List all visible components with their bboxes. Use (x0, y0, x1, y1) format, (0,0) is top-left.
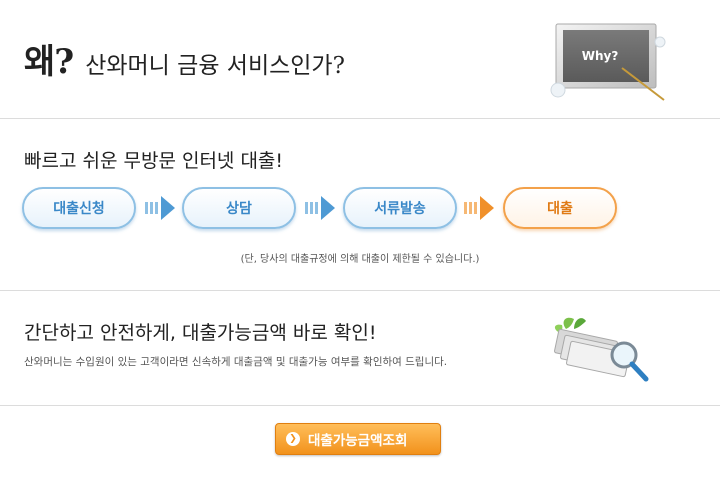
section-title-fast-loan: 빠르고 쉬운 무방문 인터넷 대출! (24, 150, 284, 172)
title-service: 산와머니 금융 서비스인가? (85, 53, 345, 79)
divider (0, 290, 720, 291)
step-send-documents: 서류발송 (343, 187, 457, 229)
divider (0, 118, 720, 119)
loan-restriction-note: (단, 당사의 대출규정에 의해 대출이 제한될 수 있습니다.) (240, 254, 480, 265)
step-consult: 상담 (182, 187, 296, 229)
divider (0, 405, 720, 406)
title-why: 왜? (24, 42, 74, 82)
section-title-check-amount: 간단하고 안전하게, 대출가능금액 바로 확인! (24, 322, 377, 344)
arrow-circle-icon: ❯ (286, 432, 300, 446)
check-loan-amount-button[interactable]: ❯ 대출가능금액조회 (275, 423, 441, 455)
section-description: 산와머니는 수입원이 있는 고객이라면 신속하게 대출금액 및 대출가능 여부를… (24, 356, 448, 368)
page-title: 왜? 산와머니 금융 서비스인가? (24, 34, 345, 83)
money-magnifier-icon (554, 317, 649, 382)
arrow-connector-icon (464, 196, 494, 220)
step-apply: 대출신청 (22, 187, 136, 229)
step-loan: 대출 (503, 187, 617, 229)
chalkboard-why-icon: Why? (550, 23, 666, 101)
check-loan-amount-label: 대출가능금액조회 (308, 433, 408, 449)
board-text: Why? (582, 49, 619, 63)
arrow-connector-icon (305, 196, 335, 220)
arrow-connector-icon (145, 196, 175, 220)
